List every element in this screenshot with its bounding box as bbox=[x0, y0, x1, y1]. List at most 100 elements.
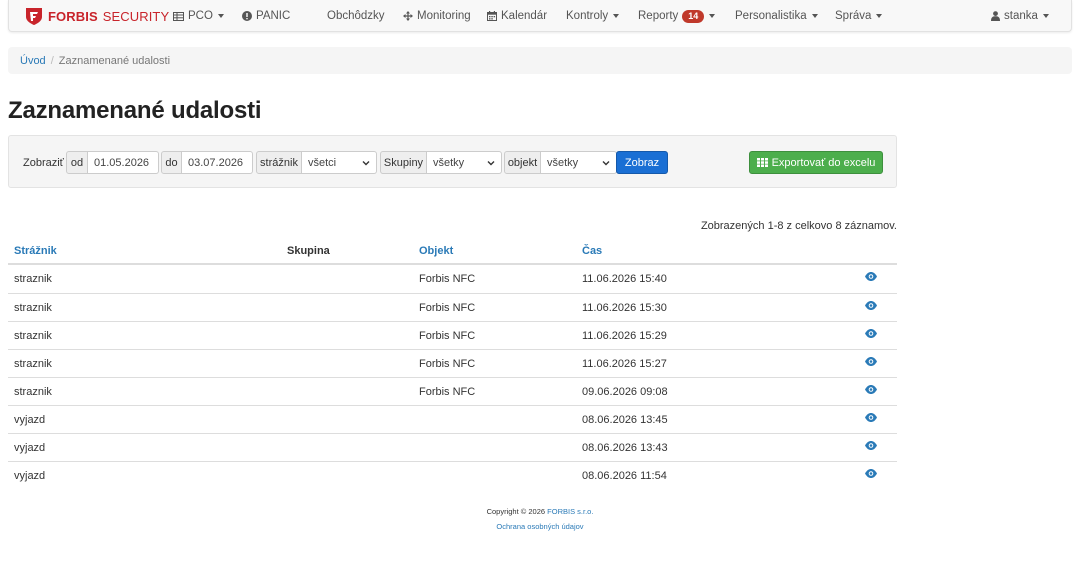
filter-show-label: Zobraziť bbox=[23, 156, 64, 169]
groups-select-value: všetky bbox=[433, 156, 465, 169]
nav-monitoring[interactable]: Monitoring bbox=[403, 0, 471, 32]
cell-object: Forbis NFC bbox=[419, 330, 476, 342]
cell-guard: straznik bbox=[14, 273, 52, 285]
chevron-down-icon bbox=[217, 14, 224, 18]
cell-time: 09.06.2026 09:08 bbox=[582, 386, 668, 398]
cell-object: Forbis NFC bbox=[419, 302, 476, 314]
records-summary: Zobrazených 1-8 z celkovo 8 záznamov. bbox=[700, 220, 897, 232]
nav-pco-label: PCO bbox=[188, 10, 213, 22]
groups-select[interactable]: všetky bbox=[427, 151, 502, 174]
nav-kontroly[interactable]: Kontroly bbox=[566, 0, 620, 32]
eye-icon[interactable] bbox=[865, 413, 877, 422]
eye-icon[interactable] bbox=[865, 357, 877, 366]
to-date-input[interactable]: 03.07.2026 bbox=[182, 151, 253, 174]
cell-time: 08.06.2026 13:45 bbox=[582, 414, 668, 426]
nav-obchodzky-label: Obchôdzky bbox=[327, 10, 385, 22]
groups-select-label: Skupiny bbox=[380, 151, 427, 174]
chevron-down-icon bbox=[362, 160, 370, 165]
cell-guard: straznik bbox=[14, 302, 52, 314]
chevron-down-icon bbox=[613, 14, 620, 18]
brand-name-bold: FORBIS bbox=[48, 8, 98, 24]
privacy-link[interactable]: Ochrana osobných údajov bbox=[496, 522, 583, 531]
nav-kalendar-label: Kalendár bbox=[501, 10, 548, 22]
cell-time: 11.06.2026 15:27 bbox=[582, 358, 667, 370]
eye-icon[interactable] bbox=[865, 329, 877, 338]
brand-name-light: SECURITY bbox=[102, 8, 170, 24]
table-row: straznik Forbis NFC 11.06.2026 15:27 bbox=[8, 349, 897, 377]
export-excel-label: Exportovať do excelu bbox=[771, 156, 876, 169]
breadcrumb-home-link[interactable]: Úvod bbox=[20, 55, 46, 67]
nav-user-menu[interactable]: stanka bbox=[991, 0, 1049, 32]
nav-obchodzky[interactable]: Obchôdzky bbox=[327, 0, 385, 32]
nav-reporty[interactable]: Reporty 14 bbox=[638, 0, 716, 32]
footer-privacy: Ochrana osobných údajov bbox=[0, 522, 1080, 531]
export-excel-button[interactable]: Exportovať do excelu bbox=[749, 151, 883, 174]
chevron-down-icon bbox=[811, 14, 818, 18]
table-row: vyjazd 08.06.2026 13:43 bbox=[8, 433, 897, 461]
column-header-guard[interactable]: Strážnik bbox=[14, 245, 57, 257]
eye-icon[interactable] bbox=[865, 301, 877, 310]
from-date-label: od bbox=[66, 151, 88, 174]
chevron-down-icon bbox=[709, 14, 716, 18]
breadcrumb-current: Zaznamenané udalosti bbox=[58, 54, 171, 67]
table-body: straznik Forbis NFC 11.06.2026 15:40 strazn… bbox=[8, 265, 897, 489]
filter-panel: Zobraziť od 01.05.2026 do 03.07.2026 str… bbox=[8, 135, 897, 188]
cell-guard: straznik bbox=[14, 386, 52, 398]
show-button[interactable]: Zobraz bbox=[616, 151, 668, 174]
guard-select-value: všetci bbox=[308, 156, 337, 169]
guard-select[interactable]: všetci bbox=[302, 151, 377, 174]
cell-time: 08.06.2026 11:54 bbox=[582, 470, 667, 482]
from-date-input[interactable]: 01.05.2026 bbox=[88, 151, 159, 174]
nav-panic-label: PANIC bbox=[256, 10, 291, 22]
user-icon bbox=[991, 11, 1000, 21]
chevron-down-icon bbox=[876, 14, 883, 18]
cell-object: Forbis NFC bbox=[419, 358, 476, 370]
nav-sprava[interactable]: Správa bbox=[835, 0, 883, 32]
page-title: Zaznamenané udalosti bbox=[8, 97, 262, 124]
table-row: straznik Forbis NFC 09.06.2026 09:08 bbox=[8, 377, 897, 405]
move-arrows-icon bbox=[403, 11, 413, 21]
object-select[interactable]: všetky bbox=[541, 151, 617, 174]
shield-logo-icon bbox=[26, 7, 42, 25]
reporty-count-badge: 14 bbox=[682, 9, 705, 23]
chevron-down-icon bbox=[1042, 14, 1049, 18]
breadcrumb-separator: / bbox=[50, 54, 54, 67]
table-row: straznik Forbis NFC 11.06.2026 15:40 bbox=[8, 265, 897, 293]
nav-user-label: stanka bbox=[1004, 10, 1038, 22]
nav-reporty-label: Reporty bbox=[638, 10, 679, 22]
cell-object: Forbis NFC bbox=[419, 386, 476, 398]
cell-guard: vyjazd bbox=[14, 414, 46, 426]
breadcrumb: Úvod / Zaznamenané udalosti bbox=[8, 47, 1072, 74]
nav-kalendar[interactable]: Kalendár bbox=[487, 0, 547, 32]
footer-copyright: Copyright © 2026 FORBIS s.r.o. bbox=[0, 507, 1080, 516]
table-row: straznik Forbis NFC 11.06.2026 15:29 bbox=[8, 321, 897, 349]
table-icon bbox=[173, 11, 184, 21]
table-header-row: Strážnik Skupina Objekt Čas bbox=[8, 238, 897, 265]
to-date-label: do bbox=[161, 151, 182, 174]
column-header-group: Skupina bbox=[287, 245, 330, 257]
cell-time: 08.06.2026 13:43 bbox=[582, 442, 668, 454]
nav-kontroly-label: Kontroly bbox=[566, 10, 609, 22]
company-link[interactable]: FORBIS s.r.o. bbox=[547, 507, 593, 516]
cell-time: 11.06.2026 15:40 bbox=[582, 273, 667, 285]
nav-panic[interactable]: PANIC bbox=[242, 0, 290, 32]
eye-icon[interactable] bbox=[865, 272, 877, 281]
cell-guard: vyjazd bbox=[14, 470, 46, 482]
cell-guard: vyjazd bbox=[14, 442, 46, 454]
eye-icon[interactable] bbox=[865, 385, 877, 394]
eye-icon[interactable] bbox=[865, 441, 877, 450]
cell-time: 11.06.2026 15:30 bbox=[582, 302, 667, 314]
table-row: vyjazd 08.06.2026 13:45 bbox=[8, 405, 897, 433]
column-header-time[interactable]: Čas bbox=[582, 245, 602, 257]
brand-logo[interactable]: FORBIS SECURITY bbox=[25, 6, 169, 26]
object-select-label: objekt bbox=[504, 151, 541, 174]
guard-select-label: strážnik bbox=[256, 151, 302, 174]
nav-pco[interactable]: PCO bbox=[173, 0, 224, 32]
eye-icon[interactable] bbox=[865, 469, 877, 478]
nav-monitoring-label: Monitoring bbox=[417, 10, 471, 22]
nav-personalistika[interactable]: Personalistika bbox=[735, 0, 818, 32]
cell-guard: straznik bbox=[14, 358, 52, 370]
column-header-object[interactable]: Objekt bbox=[419, 245, 453, 257]
copyright-text: Copyright © 2026 bbox=[486, 507, 546, 516]
exclamation-circle-icon bbox=[242, 11, 252, 21]
